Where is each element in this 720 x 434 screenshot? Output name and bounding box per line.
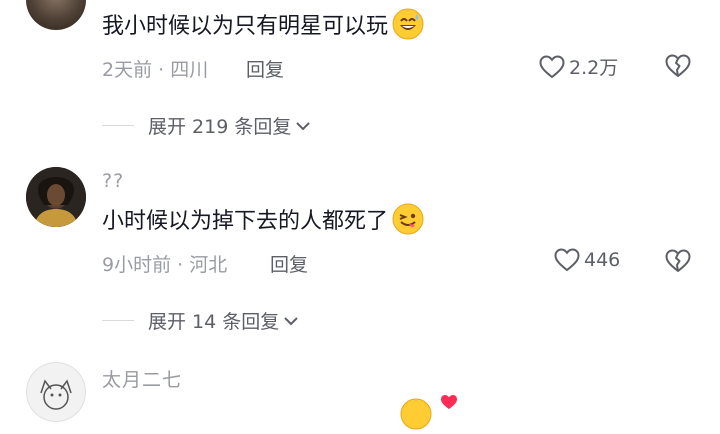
- username[interactable]: ??: [102, 170, 124, 192]
- like-button[interactable]: 2.2万: [539, 53, 618, 80]
- separator: ·: [158, 59, 165, 81]
- grinning-sweat-emoji-icon: [392, 8, 424, 40]
- dislike-button[interactable]: [665, 54, 691, 82]
- reply-button[interactable]: 回复: [270, 250, 308, 277]
- chevron-down-icon: [296, 121, 311, 130]
- like-count: 2.2万: [569, 57, 619, 79]
- expand-replies-button[interactable]: 展开 14 条回复: [102, 307, 300, 334]
- comment-meta: 2天前 · 四川: [102, 55, 208, 82]
- avatar[interactable]: [26, 167, 86, 227]
- broken-heart-icon: [665, 54, 691, 77]
- expand-replies-button[interactable]: 展开 219 条回复: [102, 112, 312, 139]
- like-count: 446: [584, 249, 621, 271]
- comment-location: 四川: [170, 59, 209, 81]
- username[interactable]: 太月二七: [102, 365, 182, 392]
- chevron-down-icon: [284, 316, 298, 325]
- heart-icon: [539, 54, 565, 78]
- reply-button[interactable]: 回复: [246, 55, 284, 82]
- like-button[interactable]: 446: [554, 248, 620, 272]
- avatar-photo: [26, 167, 86, 227]
- divider: [102, 125, 134, 126]
- heart-icon: [554, 248, 580, 272]
- dislike-button[interactable]: [665, 249, 691, 277]
- comment-text: 小时候以为掉下去的人都死了: [102, 203, 424, 235]
- smiling-emoji-icon: [400, 398, 432, 434]
- divider: [102, 320, 134, 321]
- cat-sketch-avatar: [40, 379, 72, 410]
- comment-meta: 9小时前 · 河北: [102, 250, 227, 277]
- comment-location: 河北: [189, 254, 228, 276]
- avatar[interactable]: [26, 362, 86, 422]
- heart-emoji-icon: [440, 394, 458, 414]
- comment-text: 我小时候以为只有明星可以玩: [102, 8, 424, 40]
- winking-tongue-emoji-icon: [392, 203, 424, 235]
- broken-heart-icon: [665, 249, 691, 272]
- separator: ·: [177, 254, 184, 276]
- comment-time: 9小时前: [102, 254, 172, 276]
- avatar[interactable]: [26, 0, 86, 30]
- comment-time: 2天前: [102, 59, 153, 81]
